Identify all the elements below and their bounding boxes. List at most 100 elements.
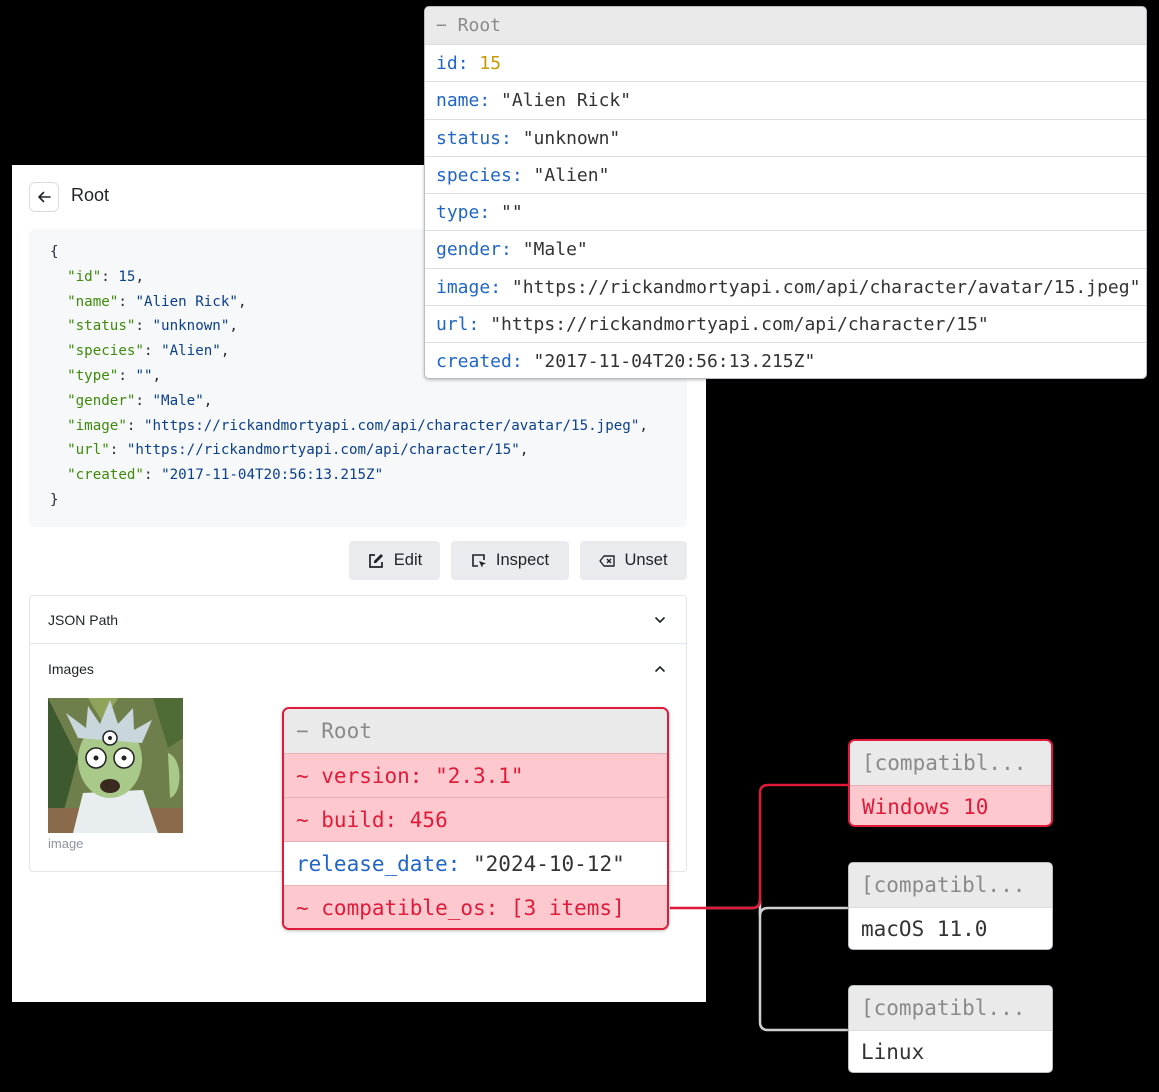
compat-window-windows: [compatibl... Windows 10 — [848, 739, 1053, 827]
inspector-key: created — [436, 351, 512, 373]
inspector-row-url[interactable]: url: "https://rickandmortyapi.com/api/ch… — [425, 305, 1146, 342]
diff-row-build[interactable]: ~ build: 456 — [284, 797, 667, 841]
code-line: "image": "https://rickandmortyapi.com/ap… — [50, 416, 648, 436]
code-token: : — [143, 343, 162, 360]
compat-header[interactable]: [compatibl... — [850, 741, 1051, 785]
compat-header[interactable]: [compatibl... — [849, 863, 1052, 907]
code-token: "created" — [50, 467, 144, 484]
inspector-value: "Alien" — [533, 164, 610, 186]
code-line: "gender": "Male", — [50, 391, 212, 411]
code-token: "Alien Rick" — [135, 293, 238, 310]
inspect-button-label: Inspect — [495, 551, 550, 569]
inspector-value: "2017-11-04T20:56:13.215Z" — [533, 351, 816, 373]
inspector-value: "unknown" — [522, 127, 621, 149]
diff-row-version[interactable]: ~ version: "2.3.1" — [284, 753, 667, 797]
code-token: "type" — [50, 368, 119, 384]
inspector-root-header[interactable]: − Root — [425, 7, 1146, 44]
accordion-json-path[interactable]: JSON Path — [30, 596, 686, 643]
inspector-row-status[interactable]: status: "unknown" — [425, 118, 1146, 156]
code-token: "gender" — [50, 392, 136, 409]
diff-value-release-date: "2024-10-12" — [473, 852, 625, 876]
code-token: : — [135, 318, 153, 335]
inspector-key: species — [436, 164, 512, 186]
code-token: "image" — [50, 417, 127, 434]
inspector-row-gender[interactable]: gender: "Male" — [425, 230, 1146, 267]
code-token: : — [143, 467, 162, 484]
connector-linux — [758, 910, 848, 1032]
code-token: , — [639, 417, 648, 434]
inspect-button[interactable]: Inspect — [451, 541, 569, 580]
inspector-key: image — [436, 276, 491, 298]
edit-icon — [368, 553, 383, 568]
code-token: "" — [135, 368, 153, 384]
code-token: , — [220, 343, 230, 360]
edit-button[interactable]: Edit — [349, 541, 440, 580]
diff-root-window: − Root ~ version: "2.3.1" ~ build: 456 r… — [282, 707, 669, 930]
code-token: , — [203, 392, 213, 409]
chevron-up-icon — [654, 665, 666, 672]
panel-title: Root — [71, 185, 110, 205]
code-token: { — [50, 244, 59, 260]
compat-value[interactable]: macOS 11.0 — [849, 907, 1052, 949]
code-token: "status" — [50, 318, 136, 335]
diff-root-header[interactable]: − Root — [284, 709, 667, 753]
code-line: "species": "Alien", — [50, 341, 229, 361]
inspector-key: id — [436, 53, 458, 74]
backspace-icon — [599, 554, 616, 567]
code-token: : — [135, 392, 153, 409]
inspector-key: status — [436, 127, 502, 149]
unset-button[interactable]: Unset — [580, 541, 687, 580]
accordion-divider — [30, 643, 686, 644]
code-token: "id" — [50, 268, 102, 285]
compat-header[interactable]: [compatibl... — [849, 986, 1052, 1030]
code-token: "https://rickandmortyapi.com/api/charact… — [126, 442, 520, 459]
inspector-row-species[interactable]: species: "Alien" — [425, 155, 1146, 193]
code-token: : — [109, 442, 127, 459]
code-token: : — [118, 293, 136, 310]
code-token: , — [237, 293, 247, 310]
inspector-row-created[interactable]: created: "2017-11-04T20:56:13.215Z" — [425, 342, 1146, 378]
code-token: "Alien" — [161, 343, 221, 360]
code-line: "status": "unknown", — [50, 316, 238, 336]
compat-value[interactable]: Linux — [849, 1030, 1052, 1072]
inspector-value: 15 — [479, 53, 502, 74]
code-token: } — [50, 492, 59, 508]
code-token: : — [101, 268, 119, 285]
code-token: : — [126, 417, 144, 434]
inspector-value: "https://rickandmortyapi.com/api/charact… — [490, 314, 989, 336]
character-image[interactable] — [48, 698, 183, 833]
code-token: "Male" — [152, 392, 204, 409]
inspect-icon — [472, 553, 486, 567]
arrow-left-icon — [38, 191, 51, 203]
inspector-row-type[interactable]: type: "" — [425, 193, 1146, 230]
inspector-row-image[interactable]: image: "https://rickandmortyapi.com/api/… — [425, 267, 1146, 305]
inspector-key: type — [436, 202, 480, 224]
inspector-key: name — [436, 90, 480, 112]
unset-button-label: Unset — [624, 551, 668, 569]
code-token: "2017-11-04T20:56:13.215Z" — [161, 467, 384, 484]
diff-row-compatible-os[interactable]: ~ compatible_os: [3 items] — [284, 885, 667, 928]
code-token: "species" — [50, 343, 144, 360]
code-token: "name" — [50, 293, 119, 310]
code-line: "id": 15, — [50, 267, 144, 287]
code-token: "unknown" — [152, 318, 230, 335]
compat-value[interactable]: Windows 10 — [850, 785, 1051, 825]
code-line: "url": "https://rickandmortyapi.com/api/… — [50, 440, 528, 460]
inspector-key: url — [436, 314, 469, 336]
edit-button-label: Edit — [393, 551, 423, 569]
code-token: , — [519, 442, 529, 459]
inspector-row-id[interactable]: id: 15 — [425, 44, 1146, 81]
inspector-row-name[interactable]: name: "Alien Rick" — [425, 81, 1146, 118]
accordion-images-label: Images — [48, 660, 94, 677]
code-token: "url" — [50, 442, 110, 459]
code-token: 15 — [118, 268, 136, 285]
code-line: } — [50, 490, 59, 510]
code-token: , — [135, 268, 144, 285]
diff-key-release-date: release_date — [296, 852, 448, 876]
inspector-value: "Alien Rick" — [501, 90, 632, 112]
code-token: : — [118, 368, 136, 384]
accordion-images[interactable]: Images — [30, 645, 686, 692]
code-line: { — [50, 242, 59, 262]
back-button[interactable] — [29, 182, 59, 212]
diff-row-release-date[interactable]: release_date: "2024-10-12" — [284, 841, 667, 885]
